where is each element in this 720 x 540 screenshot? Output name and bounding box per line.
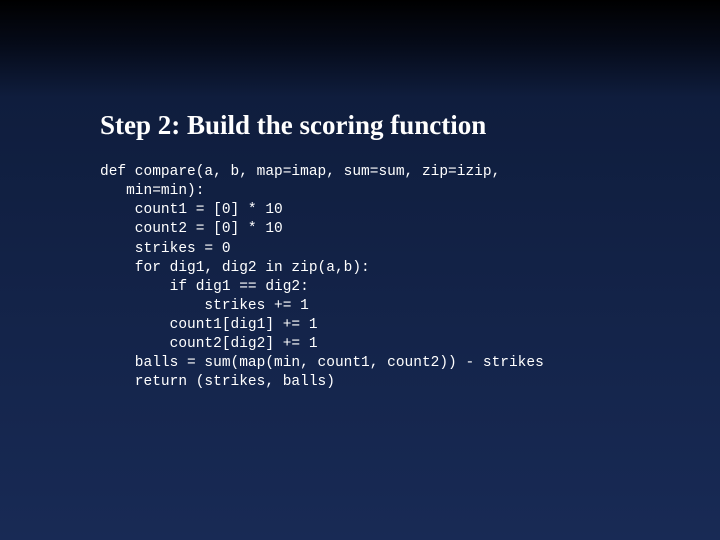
code-block: def compare(a, b, map=imap, sum=sum, zip… (100, 163, 635, 393)
slide-title: Step 2: Build the scoring function (100, 110, 635, 141)
slide-container: Step 2: Build the scoring function def c… (0, 0, 720, 393)
